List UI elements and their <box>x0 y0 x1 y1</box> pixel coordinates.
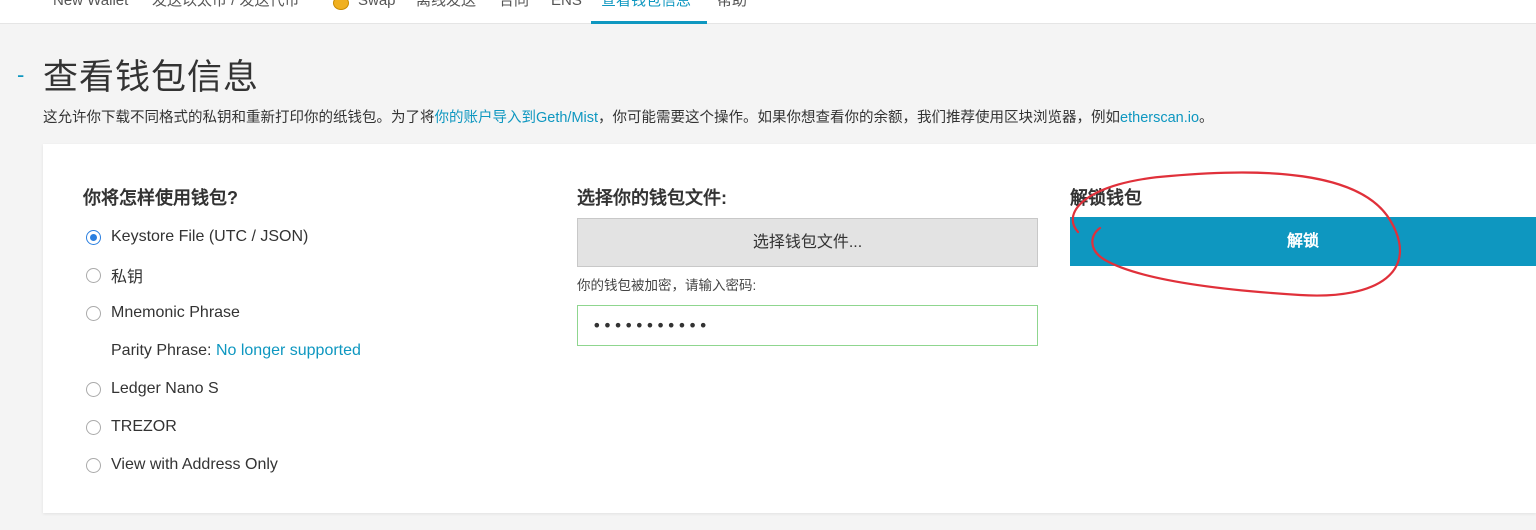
radio-trezor[interactable] <box>86 419 101 435</box>
etherscan-link[interactable]: etherscan.io <box>1120 110 1199 126</box>
nav-view-wallet[interactable]: 查看钱包信息 <box>601 0 691 15</box>
option-view-address-label: View with Address Only <box>111 456 278 473</box>
collapse-toggle[interactable]: - <box>17 64 24 86</box>
top-nav: New Wallet 发送以太币 / 发送代币 Swap 离线发送 合同 ENS… <box>0 0 1536 24</box>
password-label: 你的钱包被加密，请输入密码: <box>577 278 757 293</box>
option-mnemonic-label: Mnemonic Phrase <box>111 304 240 321</box>
nav-offline[interactable]: 离线发送 <box>416 0 476 15</box>
option-mnemonic[interactable]: Mnemonic Phrase <box>86 302 240 324</box>
radio-private-key[interactable] <box>86 267 101 283</box>
select-wallet-file-button[interactable]: 选择钱包文件... <box>577 218 1038 267</box>
radio-ledger[interactable] <box>86 381 101 397</box>
option-ledger[interactable]: Ledger Nano S <box>86 378 219 400</box>
page-title: 查看钱包信息 <box>43 58 260 97</box>
desc-text-2: ，你可能需要这个操作。如果你想查看你的余额，我们推荐使用区块浏览器，例如 <box>598 110 1121 126</box>
desc-text-1: 这允许你下载不同格式的私钥和重新打印你的纸钱包。为了将 <box>43 110 435 126</box>
nav-help[interactable]: 帮助 <box>717 0 747 15</box>
unlock-heading: 解锁钱包 <box>1070 188 1142 208</box>
nav-swap[interactable]: Swap <box>358 0 396 15</box>
option-view-address[interactable]: View with Address Only <box>86 454 278 476</box>
parity-link[interactable]: No longer supported <box>216 342 361 359</box>
option-private-key-label: 私钥 <box>111 269 144 286</box>
swap-icon <box>333 0 349 10</box>
select-file-heading: 选择你的钱包文件: <box>577 188 727 208</box>
nav-contracts[interactable]: 合同 <box>499 0 529 15</box>
option-ledger-label: Ledger Nano S <box>111 380 219 397</box>
parity-phrase-row: Parity Phrase: No longer supported <box>111 340 361 362</box>
nav-ens[interactable]: ENS <box>551 0 582 15</box>
nav-send[interactable]: 发送以太币 / 发送代币 <box>152 0 300 15</box>
radio-keystore[interactable] <box>86 229 101 245</box>
desc-text-3: 。 <box>1199 110 1214 126</box>
page-description: 这允许你下载不同格式的私钥和重新打印你的纸钱包。为了将你的账户导入到Geth/M… <box>43 108 1214 128</box>
access-method-heading: 你将怎样使用钱包? <box>83 188 238 208</box>
option-trezor[interactable]: TREZOR <box>86 416 177 438</box>
unlock-button[interactable]: 解锁 <box>1070 217 1536 266</box>
radio-view-address[interactable] <box>86 457 101 473</box>
option-trezor-label: TREZOR <box>111 418 177 435</box>
radio-mnemonic[interactable] <box>86 305 101 321</box>
option-keystore[interactable]: Keystore File (UTC / JSON) <box>86 226 308 248</box>
parity-label: Parity Phrase: <box>111 342 216 359</box>
option-private-key[interactable]: 私钥 <box>86 264 143 286</box>
geth-mist-link[interactable]: 你的账户导入到Geth/Mist <box>435 110 599 126</box>
nav-active-indicator <box>591 21 707 24</box>
nav-new-wallet[interactable]: New Wallet <box>53 0 128 15</box>
option-keystore-label: Keystore File (UTC / JSON) <box>111 228 309 245</box>
password-input[interactable] <box>577 305 1038 346</box>
